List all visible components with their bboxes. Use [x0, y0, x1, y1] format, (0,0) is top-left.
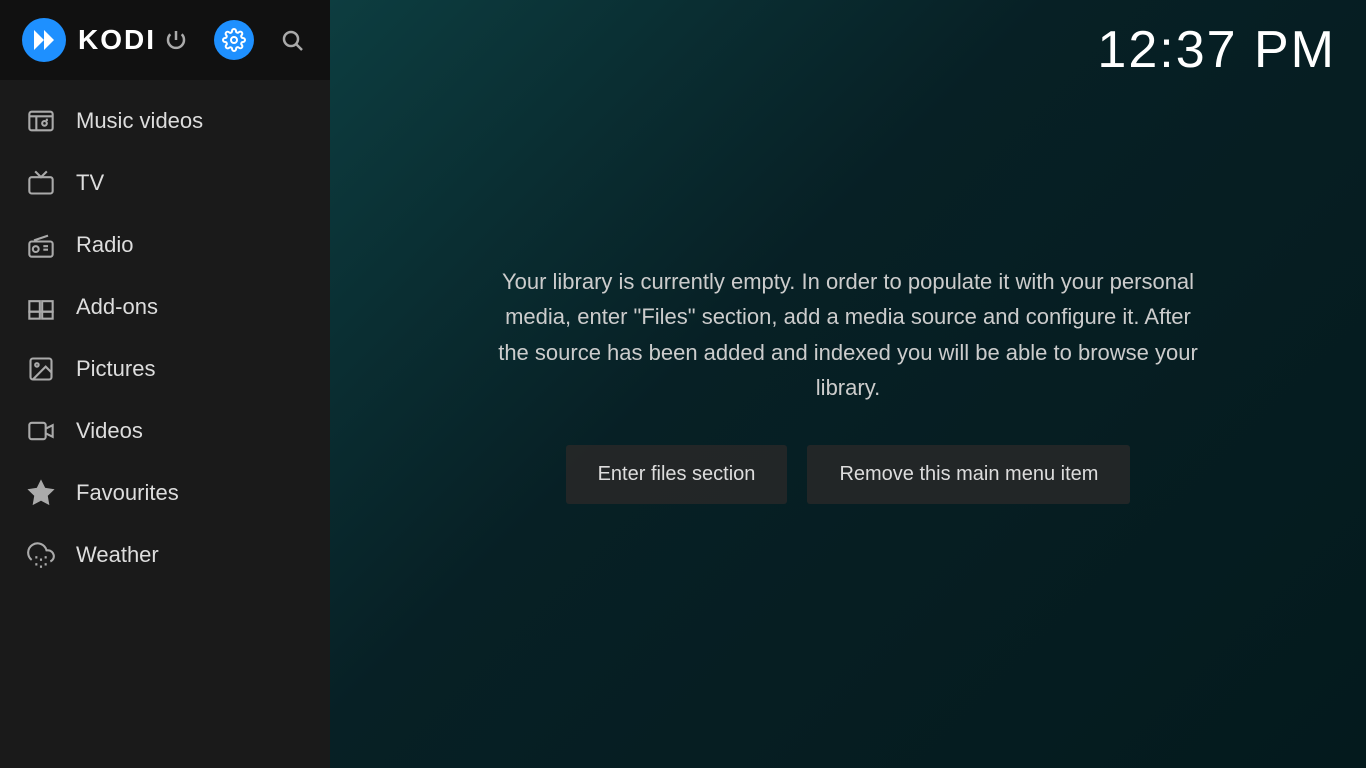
sidebar-item-add-ons[interactable]: Add-ons: [0, 276, 330, 338]
sidebar-item-pictures[interactable]: Pictures: [0, 338, 330, 400]
weather-icon: [24, 538, 58, 572]
app-name: KODI: [78, 24, 156, 56]
tv-icon: [24, 166, 58, 200]
sidebar-item-tv[interactable]: TV: [0, 152, 330, 214]
logo-area: KODI: [20, 16, 156, 64]
sidebar-label-radio: Radio: [76, 232, 133, 258]
addon-icon: [24, 290, 58, 324]
sidebar-label-weather: Weather: [76, 542, 159, 568]
remove-menu-item-button[interactable]: Remove this main menu item: [807, 445, 1130, 504]
sidebar-label-favourites: Favourites: [76, 480, 179, 506]
video-icon: [24, 414, 58, 448]
sidebar-label-tv: TV: [76, 170, 104, 196]
sidebar-label-videos: Videos: [76, 418, 143, 444]
music-video-icon: [24, 104, 58, 138]
sidebar: KODI: [0, 0, 330, 768]
radio-icon: [24, 228, 58, 262]
content-area: Your library is currently empty. In orde…: [448, 224, 1248, 544]
main-content: 12:37 PM Your library is currently empty…: [330, 0, 1366, 768]
star-icon: [24, 476, 58, 510]
settings-button[interactable]: [214, 20, 254, 60]
header-icons: [156, 20, 312, 60]
sidebar-label-music-videos: Music videos: [76, 108, 203, 134]
sidebar-item-music-videos[interactable]: Music videos: [0, 90, 330, 152]
power-button[interactable]: [156, 20, 196, 60]
sidebar-item-weather[interactable]: Weather: [0, 524, 330, 586]
sidebar-item-videos[interactable]: Videos: [0, 400, 330, 462]
sidebar-item-favourites[interactable]: Favourites: [0, 462, 330, 524]
clock-display: 12:37 PM: [1097, 20, 1336, 80]
enter-files-button[interactable]: Enter files section: [566, 445, 788, 504]
library-empty-message: Your library is currently empty. In orde…: [488, 264, 1208, 405]
search-button[interactable]: [272, 20, 312, 60]
app-header: KODI: [0, 0, 330, 80]
sidebar-item-radio[interactable]: Radio: [0, 214, 330, 276]
sidebar-label-add-ons: Add-ons: [76, 294, 158, 320]
kodi-logo-icon: [20, 16, 68, 64]
nav-menu: Music videos TV: [0, 80, 330, 768]
picture-icon: [24, 352, 58, 386]
sidebar-label-pictures: Pictures: [76, 356, 155, 382]
action-buttons: Enter files section Remove this main men…: [488, 445, 1208, 504]
